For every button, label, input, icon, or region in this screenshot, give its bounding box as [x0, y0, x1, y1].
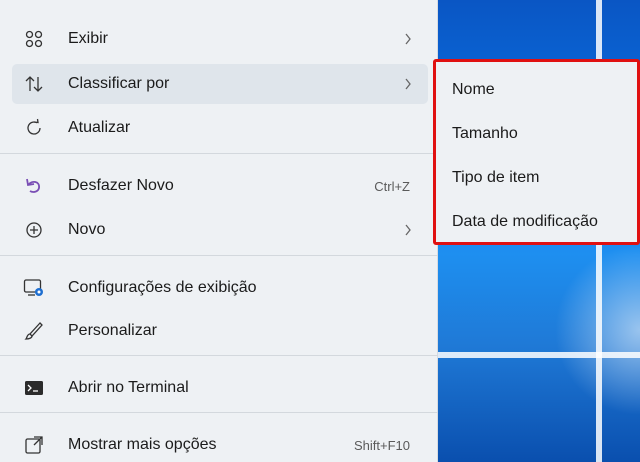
menu-item-classificar-por[interactable]: Classificar por	[12, 64, 428, 104]
menu-item-label: Desfazer Novo	[68, 177, 174, 194]
menu-item-exibir[interactable]: Exibir	[12, 19, 428, 59]
chevron-right-icon	[404, 33, 412, 45]
submenu-item-tipo-de-item[interactable]: Tipo de item	[452, 158, 539, 198]
menu-item-desfazer-novo[interactable]: Desfazer Novo Ctrl+Z	[12, 166, 428, 206]
menu-item-label: Novo	[68, 221, 106, 238]
wallpaper-glow	[540, 230, 640, 430]
menu-item-label: Personalizar	[68, 322, 157, 339]
context-menu: Exibir Classificar por Atualizar Desfaze…	[0, 0, 438, 462]
sort-arrows-icon	[22, 72, 46, 96]
menu-item-mostrar-mais-opcoes[interactable]: Mostrar mais opções Shift+F10	[12, 425, 428, 462]
menu-item-configuracoes-de-exibicao[interactable]: Configurações de exibição	[12, 268, 428, 308]
chevron-right-icon	[404, 78, 412, 90]
submenu-item-nome[interactable]: Nome	[452, 70, 495, 110]
menu-item-label: Mostrar mais opções	[68, 436, 217, 453]
menu-item-abrir-no-terminal[interactable]: Abrir no Terminal	[12, 368, 428, 408]
menu-separator	[0, 355, 438, 356]
menu-item-personalizar[interactable]: Personalizar	[12, 311, 428, 351]
shortcut-label: Shift+F10	[353, 437, 410, 453]
menu-item-atualizar[interactable]: Atualizar	[12, 108, 428, 148]
paint-brush-icon	[22, 319, 46, 343]
menu-item-novo[interactable]: Novo	[12, 210, 428, 250]
grid-view-icon	[22, 27, 46, 51]
add-circle-icon	[22, 218, 46, 242]
menu-item-label: Abrir no Terminal	[68, 379, 189, 396]
terminal-icon	[22, 376, 46, 400]
menu-item-label: Configurações de exibição	[68, 279, 257, 296]
shortcut-label: Ctrl+Z	[374, 178, 410, 194]
menu-item-label: Atualizar	[68, 119, 131, 136]
menu-separator	[0, 153, 438, 154]
menu-item-label: Classificar por	[68, 75, 170, 92]
show-more-icon	[22, 433, 46, 457]
refresh-icon	[22, 116, 46, 140]
chevron-right-icon	[404, 224, 412, 236]
menu-separator	[0, 255, 438, 256]
submenu-item-data-de-modificacao[interactable]: Data de modificação	[452, 202, 598, 242]
window-logo-pane-h	[420, 352, 640, 358]
menu-separator	[0, 412, 438, 413]
undo-icon	[22, 174, 46, 198]
display-settings-icon	[22, 276, 46, 300]
menu-item-label: Exibir	[68, 30, 109, 47]
submenu-item-tamanho[interactable]: Tamanho	[452, 114, 518, 154]
submenu-classificar-por: Nome Tamanho Tipo de item Data de modifi…	[433, 59, 640, 245]
